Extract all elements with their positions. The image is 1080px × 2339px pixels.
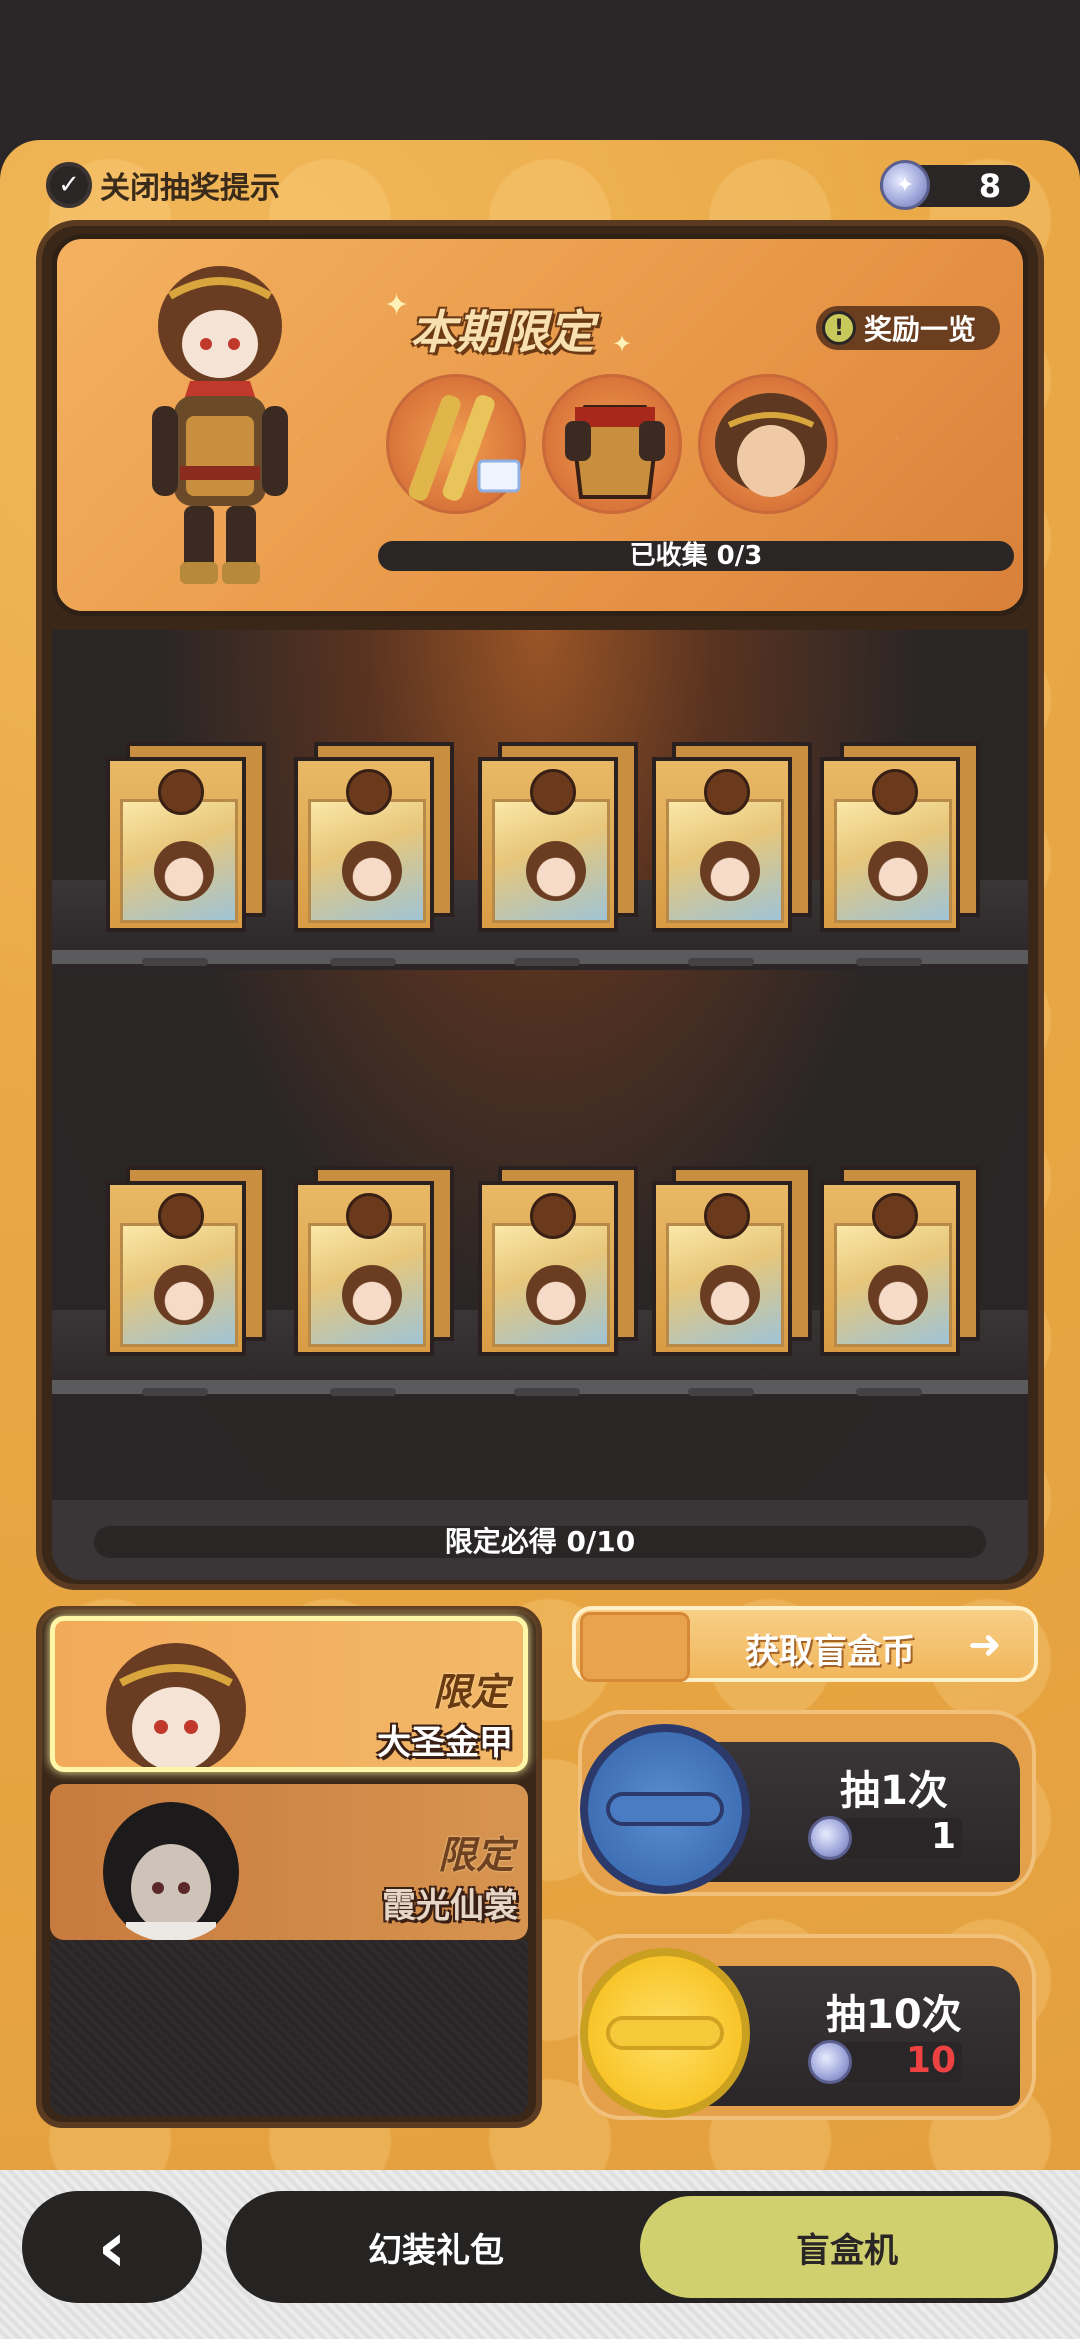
armor-icon (565, 405, 665, 499)
shelf-slot-marker (514, 1388, 580, 1396)
monkey-king-face-icon (700, 1265, 760, 1325)
blind-box[interactable] (294, 1166, 454, 1356)
box-front (820, 757, 960, 932)
box-front (478, 757, 618, 932)
box-front (652, 757, 792, 932)
box-front (478, 1181, 618, 1356)
blind-box[interactable] (294, 742, 454, 932)
monkey-king-face-icon (154, 841, 214, 901)
draw-ten-label: 抽10次 (826, 1992, 962, 2038)
shelf-slot-marker (142, 1388, 208, 1396)
clothes-icon (580, 1612, 690, 1682)
reward-hair[interactable] (698, 374, 838, 514)
blind-box[interactable] (652, 742, 812, 932)
monkey-king-face-icon (154, 1265, 214, 1325)
tab-gift-pack[interactable]: 幻装礼包 (226, 2191, 646, 2303)
monkey-king-face-icon (526, 841, 586, 901)
monkey-king-face-icon (526, 1265, 586, 1325)
coin-count: 8 (978, 167, 1002, 205)
top-status-area (0, 0, 1080, 150)
knob-handle (606, 2016, 724, 2050)
box-front (652, 1181, 792, 1356)
draw-once-label: 抽1次 (840, 1768, 948, 1814)
box-front (106, 757, 246, 932)
collection-progress: 已收集 0/3 (378, 541, 1014, 571)
hint-toggle-label: 关闭抽奖提示 (100, 171, 280, 206)
golden-staff-icon (408, 395, 521, 501)
draw-ten-price-value: 10 (905, 2040, 956, 2081)
hair-icon (715, 393, 827, 497)
blind-box[interactable] (478, 742, 638, 932)
box-front (294, 757, 434, 932)
rewards-overview-label: 奖励一览 (864, 313, 977, 346)
skin-name: 大圣金甲 (377, 1723, 513, 1763)
skin-limited-tag: 限定 (432, 1670, 509, 1714)
monkey-king-face-icon (700, 841, 760, 901)
arrow-right-icon: ➜ (968, 1622, 1002, 1668)
shelf-slot-marker (856, 958, 922, 966)
skin-limited-tag: 限定 (437, 1833, 514, 1877)
chevron-left-icon: ‹ (97, 2206, 127, 2288)
back-button[interactable]: ‹ (22, 2191, 202, 2303)
reward-armor[interactable] (542, 374, 682, 514)
reward-golden-staff[interactable] (386, 374, 526, 514)
checkmark-icon: ✓ (46, 162, 92, 208)
shelf-slot-marker (330, 1388, 396, 1396)
box-front (106, 1181, 246, 1356)
banner-title: 本期限定 (410, 305, 594, 359)
skin-card-dasheng[interactable]: 限定 大圣金甲 (50, 1616, 528, 1772)
rewards-overview-button[interactable]: ! 奖励一览 (816, 306, 1000, 350)
xiaguang-portrait (103, 1802, 239, 1940)
blind-box[interactable] (106, 742, 266, 932)
skin-list-empty-area (50, 1940, 528, 2116)
blindbox-coin-icon (808, 1816, 852, 1860)
monkey-king-face-icon (868, 1265, 928, 1325)
close-lottery-hint-toggle[interactable]: ✓ 关闭抽奖提示 (46, 162, 280, 208)
box-front (294, 1181, 434, 1356)
shelf-slot-marker (142, 958, 208, 966)
box-front (820, 1181, 960, 1356)
monkey-king-face-icon (342, 841, 402, 901)
monkey-king-character (152, 266, 288, 584)
tab-blindbox-machine[interactable]: 盲盒机 (640, 2196, 1054, 2298)
shelf-slot-marker (856, 1388, 922, 1396)
exclamation-icon: ! (822, 311, 856, 345)
get-coin-label: 获取盲盒币 (745, 1632, 915, 1672)
knob-handle (606, 1792, 724, 1826)
blind-box[interactable] (106, 1166, 266, 1356)
blind-box[interactable] (478, 1166, 638, 1356)
shelf-slot-marker (330, 958, 396, 966)
draw-once-knob[interactable] (580, 1724, 750, 1894)
monkey-king-face-icon (868, 841, 928, 901)
monkey-king-portrait (106, 1643, 246, 1767)
draw-once-price-value: 1 (930, 1816, 956, 1857)
guarantee-progress: 限定必得 0/10 (94, 1526, 986, 1558)
skin-card-xiaguang[interactable]: 限定 霞光仙裳 (50, 1784, 528, 1940)
blind-box[interactable] (652, 1166, 812, 1356)
shelf-slot-marker (514, 958, 580, 966)
blind-box[interactable] (820, 1166, 980, 1356)
sparkle-icon: ✦ (612, 330, 633, 358)
monkey-king-face-icon (342, 1265, 402, 1325)
draw-ten-knob[interactable] (580, 1948, 750, 2118)
blind-box[interactable] (820, 742, 980, 932)
shelf-slot-marker (688, 1388, 754, 1396)
shelf-slot-marker (688, 958, 754, 966)
blindbox-coin-icon: ✦ (880, 160, 930, 210)
skin-name: 霞光仙裳 (382, 1886, 518, 1926)
sparkle-icon: ✦ (384, 288, 410, 323)
blindbox-coin-icon (808, 2040, 852, 2084)
